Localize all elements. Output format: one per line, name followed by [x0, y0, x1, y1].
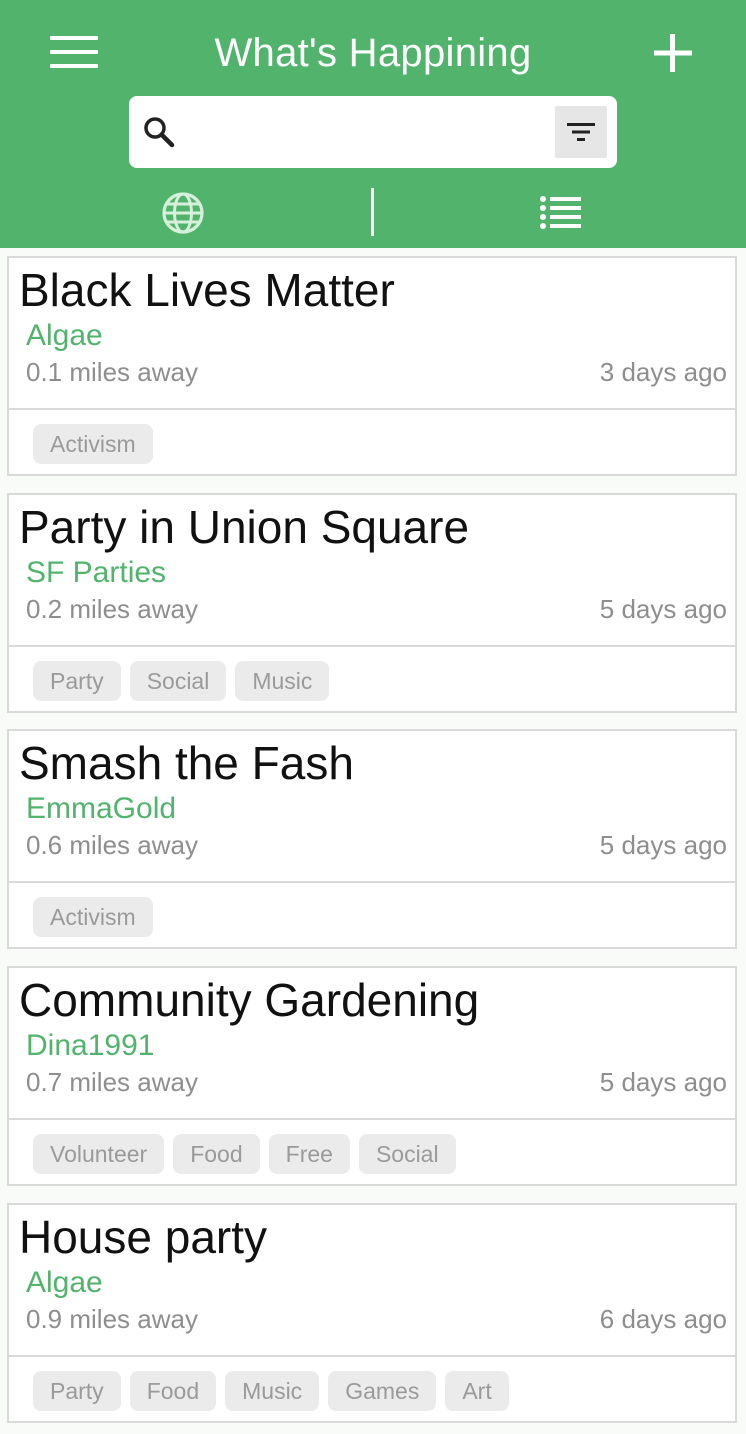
- event-tag[interactable]: Social: [358, 1134, 456, 1174]
- event-card[interactable]: Black Lives Matter Algae 0.1 miles away …: [7, 256, 737, 476]
- event-organizer[interactable]: Algae: [26, 1265, 103, 1301]
- event-title: Smash the Fash: [19, 737, 354, 789]
- app-header: What's Happining: [0, 0, 746, 248]
- event-card-details: Party in Union Square SF Parties 0.2 mil…: [9, 495, 735, 647]
- search-input[interactable]: [185, 108, 549, 158]
- event-tag[interactable]: Food: [173, 1134, 260, 1174]
- event-tag[interactable]: Music: [225, 1371, 320, 1411]
- view-toggle-divider: [371, 188, 374, 236]
- event-card-details: Black Lives Matter Algae 0.1 miles away …: [9, 258, 735, 410]
- event-distance: 0.6 miles away: [26, 830, 198, 860]
- event-title: House party: [19, 1211, 268, 1263]
- event-tag[interactable]: Volunteer: [33, 1134, 165, 1174]
- event-tags: Party Food Music Games Art: [9, 1357, 735, 1421]
- event-tags: Volunteer Food Free Social: [9, 1120, 735, 1184]
- event-time: 3 days ago: [599, 357, 727, 387]
- event-organizer[interactable]: EmmaGold: [26, 791, 176, 827]
- event-tag[interactable]: Games: [328, 1371, 437, 1411]
- plus-icon[interactable]: [646, 26, 700, 80]
- app-screen: What's Happining Black Lives Matter Alga…: [0, 0, 746, 1434]
- event-distance: 0.1 miles away: [26, 357, 198, 387]
- event-tag[interactable]: Activism: [33, 424, 153, 464]
- search-bar: [129, 96, 617, 168]
- event-tags: Activism: [9, 410, 735, 474]
- event-time: 5 days ago: [599, 594, 727, 624]
- event-organizer[interactable]: Algae: [26, 318, 103, 354]
- event-time: 6 days ago: [599, 1304, 727, 1334]
- view-toggle: [0, 176, 746, 248]
- event-tag[interactable]: Social: [129, 661, 227, 701]
- list-icon[interactable]: [538, 190, 584, 236]
- event-tag[interactable]: Art: [445, 1371, 509, 1411]
- globe-icon[interactable]: [160, 190, 206, 236]
- event-tag[interactable]: Free: [268, 1134, 350, 1174]
- page-title: What's Happining: [214, 31, 532, 75]
- search-icon: [141, 114, 177, 150]
- event-time: 5 days ago: [599, 830, 727, 860]
- event-card-details: House party Algae 0.9 miles away 6 days …: [9, 1205, 735, 1357]
- event-time: 5 days ago: [599, 1067, 727, 1097]
- event-tag[interactable]: Party: [33, 661, 121, 701]
- event-tag[interactable]: Party: [33, 1371, 121, 1411]
- event-tags: Party Social Music: [9, 647, 735, 711]
- event-title: Black Lives Matter: [19, 264, 395, 316]
- event-tag[interactable]: Activism: [33, 897, 153, 937]
- event-tags: Activism: [9, 883, 735, 947]
- event-card[interactable]: Party in Union Square SF Parties 0.2 mil…: [7, 493, 737, 713]
- event-organizer[interactable]: SF Parties: [26, 555, 166, 591]
- event-card[interactable]: Community Gardening Dina1991 0.7 miles a…: [7, 966, 737, 1186]
- event-distance: 0.2 miles away: [26, 594, 198, 624]
- event-tag[interactable]: Food: [129, 1371, 217, 1411]
- event-distance: 0.7 miles away: [26, 1067, 198, 1097]
- event-organizer[interactable]: Dina1991: [26, 1028, 154, 1064]
- event-card-details: Smash the Fash EmmaGold 0.6 miles away 5…: [9, 731, 735, 883]
- event-card-details: Community Gardening Dina1991 0.7 miles a…: [9, 968, 735, 1120]
- event-title: Party in Union Square: [19, 501, 470, 553]
- event-tag[interactable]: Music: [235, 661, 330, 701]
- event-card[interactable]: House party Algae 0.9 miles away 6 days …: [7, 1203, 737, 1423]
- event-title: Community Gardening: [19, 974, 480, 1026]
- filter-icon[interactable]: [555, 106, 607, 158]
- event-distance: 0.9 miles away: [26, 1304, 198, 1334]
- event-card[interactable]: Smash the Fash EmmaGold 0.6 miles away 5…: [7, 729, 737, 949]
